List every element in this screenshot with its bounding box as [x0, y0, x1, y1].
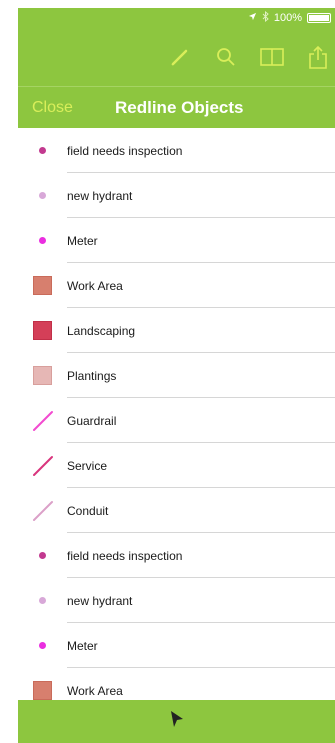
line-symbol-icon: [32, 455, 53, 476]
point-symbol-icon: [39, 597, 46, 604]
bottom-bar: [18, 700, 335, 743]
redline-panel: 100% Close Redline Objects field needs i…: [18, 8, 335, 735]
list-item[interactable]: Conduit: [18, 488, 335, 533]
list-item[interactable]: Meter: [18, 218, 335, 263]
status-bar: 100%: [18, 8, 335, 28]
close-button[interactable]: Close: [32, 99, 73, 117]
bluetooth-icon: [262, 10, 269, 25]
line-symbol-icon: [32, 500, 53, 521]
symbol-cell: [18, 192, 67, 199]
list-item[interactable]: Work Area: [18, 263, 335, 308]
symbol-cell: [18, 597, 67, 604]
point-symbol-icon: [39, 642, 46, 649]
point-symbol-icon: [39, 147, 46, 154]
point-symbol-icon: [39, 552, 46, 559]
symbol-cell: [18, 410, 67, 432]
list-item-label: Service: [67, 458, 108, 473]
list-item-label: Plantings: [67, 368, 117, 383]
list-item-label: Meter: [67, 233, 98, 248]
redline-list: field needs inspection new hydrant Meter Wo…: [18, 128, 335, 713]
app-frame: 100% Close Redline Objects field needs i…: [0, 0, 335, 743]
list-item[interactable]: new hydrant: [18, 578, 335, 623]
list-item[interactable]: field needs inspection: [18, 533, 335, 578]
point-symbol-icon: [39, 237, 46, 244]
line-symbol-icon: [32, 410, 53, 431]
list-item[interactable]: new hydrant: [18, 173, 335, 218]
list-item-label: Conduit: [67, 503, 109, 518]
battery-text: 100%: [273, 12, 302, 24]
symbol-cell: [18, 455, 67, 477]
area-symbol-icon: [33, 366, 52, 385]
symbol-cell: [18, 147, 67, 154]
symbol-cell: [18, 321, 67, 340]
area-symbol-icon: [33, 321, 52, 340]
list-item[interactable]: Service: [18, 443, 335, 488]
list-item-label: Work Area: [67, 683, 123, 698]
symbol-cell: [18, 366, 67, 385]
list-item[interactable]: Guardrail: [18, 398, 335, 443]
symbol-cell: [18, 642, 67, 649]
list-item-label: Landscaping: [67, 323, 136, 338]
location-arrow-icon: [248, 12, 257, 24]
list-item-label: Meter: [67, 638, 98, 653]
battery-icon: [307, 13, 331, 23]
toolbar: [18, 28, 335, 86]
symbol-cell: [18, 552, 67, 559]
search-icon[interactable]: [213, 44, 239, 70]
symbol-cell: [18, 276, 67, 295]
list-item[interactable]: Plantings: [18, 353, 335, 398]
left-edge: [0, 0, 18, 743]
symbol-cell: [18, 500, 67, 522]
list-item[interactable]: Landscaping: [18, 308, 335, 353]
list-item-label: new hydrant: [67, 593, 133, 608]
symbol-cell: [18, 681, 67, 700]
list-item[interactable]: field needs inspection: [18, 128, 335, 173]
list-item-label: Guardrail: [67, 413, 117, 428]
list-item-label: field needs inspection: [67, 143, 183, 158]
nav-bar: Close Redline Objects: [18, 86, 335, 128]
page-title: Redline Objects: [115, 98, 244, 117]
area-symbol-icon: [33, 276, 52, 295]
list-item-label: field needs inspection: [67, 548, 183, 563]
area-symbol-icon: [33, 681, 52, 700]
list-item-label: new hydrant: [67, 188, 133, 203]
share-icon[interactable]: [305, 44, 331, 70]
point-symbol-icon: [39, 192, 46, 199]
list-item-label: Work Area: [67, 278, 123, 293]
pencil-icon[interactable]: [167, 44, 193, 70]
symbol-cell: [18, 237, 67, 244]
book-icon[interactable]: [259, 44, 285, 70]
cursor-arrow-icon[interactable]: [169, 710, 185, 733]
list-item[interactable]: Meter: [18, 623, 335, 668]
